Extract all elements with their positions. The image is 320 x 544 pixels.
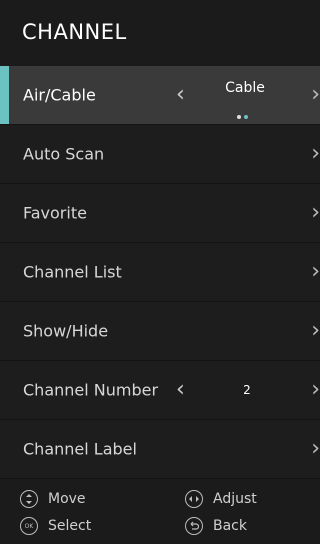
menu-item-label: Channel Number	[23, 380, 159, 400]
channel-panel: CHANNEL Air/Cable ‹ Cable › Auto Scan › …	[0, 0, 320, 544]
menu-item-show-hide[interactable]: Show/Hide ›	[0, 302, 320, 361]
menu-item-channel-list[interactable]: Channel List ›	[0, 243, 320, 302]
option-dot-active	[244, 115, 248, 119]
menu-item-label: Air/Cable	[23, 85, 96, 105]
footer-hints: Move Adjust OK Select Back	[0, 484, 320, 544]
hint-back: Back	[185, 517, 247, 535]
chevron-right-icon: ›	[311, 436, 320, 461]
menu-item-label: Channel Label	[23, 439, 137, 459]
back-icon	[185, 517, 203, 535]
chevron-right-icon: ›	[311, 141, 320, 166]
option-dot	[237, 115, 241, 119]
left-right-icon	[185, 490, 203, 508]
hint-move-label: Move	[48, 491, 86, 507]
chevron-right-icon[interactable]: ›	[311, 84, 320, 106]
menu-item-channel-number[interactable]: Channel Number ‹ 2 ›	[0, 361, 320, 420]
hint-move: Move	[20, 490, 86, 508]
hint-select: OK Select	[20, 517, 91, 535]
hint-select-label: Select	[48, 518, 92, 534]
selection-indicator	[0, 66, 9, 124]
menu-item-label: Auto Scan	[23, 144, 105, 164]
air-cable-value: Cable	[225, 80, 265, 96]
hint-adjust: Adjust	[185, 490, 257, 508]
channel-number-value: 2	[243, 383, 251, 397]
option-dots	[237, 104, 257, 119]
menu-item-label: Channel List	[23, 262, 122, 282]
up-down-icon	[20, 490, 38, 508]
menu-item-auto-scan[interactable]: Auto Scan ›	[0, 125, 320, 184]
chevron-right-icon: ›	[311, 318, 320, 343]
menu-item-label: Show/Hide	[23, 321, 109, 341]
menu-item-favorite[interactable]: Favorite ›	[0, 184, 320, 243]
menu-item-air-cable[interactable]: Air/Cable ‹ Cable ›	[0, 66, 320, 125]
page-title: CHANNEL	[22, 20, 127, 44]
ok-icon: OK	[20, 517, 38, 535]
hint-back-label: Back	[213, 518, 247, 534]
channel-menu: Air/Cable ‹ Cable › Auto Scan › Favorite…	[0, 66, 320, 479]
chevron-left-icon[interactable]: ‹	[176, 379, 185, 401]
hint-adjust-label: Adjust	[213, 491, 257, 507]
menu-item-label: Favorite	[23, 203, 87, 223]
chevron-right-icon[interactable]: ›	[311, 379, 320, 401]
chevron-left-icon[interactable]: ‹	[176, 84, 185, 106]
chevron-right-icon: ›	[311, 200, 320, 225]
menu-item-channel-label[interactable]: Channel Label ›	[0, 420, 320, 479]
chevron-right-icon: ›	[311, 259, 320, 284]
